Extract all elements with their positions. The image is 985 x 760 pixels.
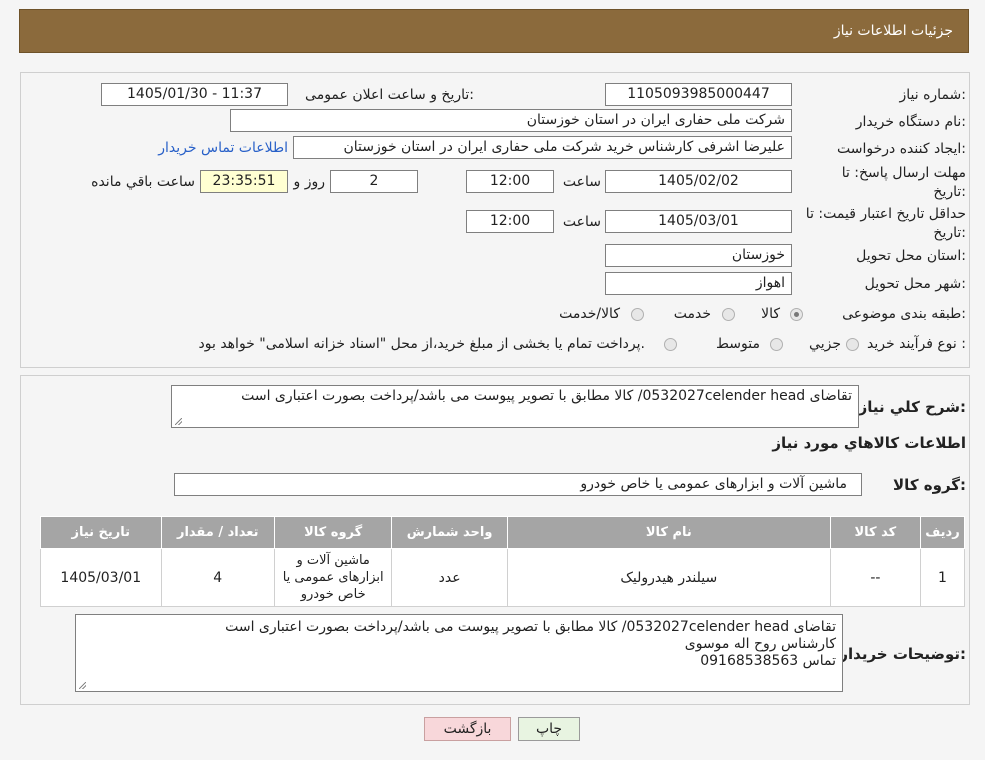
announce-date-label: تاریخ و ساعت اعلان عمومی:	[305, 87, 474, 103]
goods-section-title: اطلاعات کالاهاي مورد نیاز	[772, 434, 966, 452]
buyer-notes-line-2: کارشناس روح اله موسوی	[684, 636, 836, 652]
category-goods-label: کالا	[761, 306, 780, 322]
price-validity-label: حداقل تاریخ اعتبار قیمت: تا	[805, 206, 966, 222]
province-label: استان محل تحویل:	[856, 248, 966, 264]
resize-grip-icon[interactable]	[79, 682, 86, 689]
creator-field: علیرضا اشرفی کارشناس خرید شرکت ملی حفاری…	[293, 136, 792, 159]
cell-qty: 4	[160, 548, 275, 607]
process-type-label: نوع فرآیند خرید :	[867, 336, 966, 352]
reply-date-field: 1405/02/02	[605, 170, 792, 193]
cell-name: سیلندر هیدرولیک	[506, 548, 831, 607]
cell-date: 1405/03/01	[40, 548, 162, 607]
days-label: روز و	[293, 174, 326, 190]
cell-group: ماشین آلات و ابزارهای عمومی یا خاص خودرو	[273, 548, 393, 607]
creator-label: ایجاد کننده درخواست:	[837, 141, 966, 157]
time-remaining-label: ساعت باقي مانده	[91, 174, 195, 190]
summary-text: تقاضای 0532027celender head/ کالا مطابق …	[241, 388, 852, 404]
buyer-notes-label: توضیحات خریدار:	[839, 645, 966, 663]
buyer-notes-line-3: تماس 09168538563	[700, 653, 836, 669]
col-qty-header: تعداد / مقدار	[160, 516, 275, 549]
buyer-org-label: نام دستگاه خریدار:	[855, 114, 966, 130]
table-row: 1 -- سیلندر هیدرولیک عدد ماشین آلات و اب…	[40, 548, 966, 607]
reply-deadline-label: مهلت ارسال پاسخ: تا	[841, 165, 966, 181]
col-code-header: کد کالا	[829, 516, 921, 549]
print-button[interactable]: چاپ	[518, 717, 580, 741]
announce-date-field: 1405/01/30 - 11:37	[101, 83, 288, 106]
col-name-header: نام کالا	[506, 516, 831, 549]
goods-group-field: ماشین آلات و ابزارهای عمومی یا خاص خودرو	[174, 473, 862, 496]
goods-group-label: گروه کالا:	[893, 476, 966, 494]
category-goods-service-radio[interactable]	[631, 308, 644, 321]
back-button[interactable]: بازگشت	[424, 717, 511, 741]
process-medium-label: متوسط	[716, 336, 760, 352]
need-number-field: 1105093985000447	[605, 83, 792, 106]
buyer-org-field: شرکت ملی حفاری ایران در استان خوزستان	[230, 109, 792, 132]
cell-code: --	[829, 548, 921, 607]
col-date-header: تاریخ نیاز	[40, 516, 162, 549]
col-index-header: ردیف	[919, 516, 966, 549]
process-medium-radio[interactable]	[770, 338, 783, 351]
cell-index: 1	[919, 548, 966, 607]
resize-grip-icon[interactable]	[175, 418, 182, 425]
process-treasury-note: پرداخت تمام یا بخشی از مبلغ خرید،از محل …	[198, 336, 645, 352]
cell-unit: عدد	[391, 548, 508, 607]
validity-time-label: ساعت	[562, 214, 601, 230]
price-validity-label-2: تاریخ:	[933, 225, 966, 241]
category-service-radio[interactable]	[722, 308, 735, 321]
category-goods-service-label: کالا/خدمت	[559, 306, 620, 322]
category-goods-radio[interactable]	[790, 308, 803, 321]
days-remaining-field: 2	[330, 170, 418, 193]
category-label: طبقه بندی موضوعی:	[842, 306, 966, 322]
reply-time-field: 12:00	[466, 170, 554, 193]
process-minor-radio[interactable]	[846, 338, 859, 351]
category-service-label: خدمت	[673, 306, 711, 322]
process-treasury-radio[interactable]	[664, 338, 677, 351]
reply-time-label: ساعت	[562, 174, 601, 190]
validity-date-field: 1405/03/01	[605, 210, 792, 233]
province-field: خوزستان	[605, 244, 792, 267]
buyer-contact-link[interactable]: اطلاعات تماس خریدار	[158, 140, 288, 156]
city-label: شهر محل تحویل:	[864, 276, 966, 292]
process-minor-label: جزیي	[809, 336, 841, 352]
page-header: جزئیات اطلاعات نیاز	[19, 9, 969, 53]
buyer-notes-textarea[interactable]: تقاضای 0532027celender head/ کالا مطابق …	[75, 614, 843, 692]
col-unit-header: واحد شمارش	[391, 516, 508, 549]
table-header-row: ردیف کد کالا نام کالا واحد شمارش گروه کا…	[40, 516, 966, 549]
goods-table: ردیف کد کالا نام کالا واحد شمارش گروه کا…	[40, 516, 966, 607]
city-field: اهواز	[605, 272, 792, 295]
summary-textarea[interactable]: تقاضای 0532027celender head/ کالا مطابق …	[171, 385, 859, 428]
col-group-header: گروه کالا	[273, 516, 393, 549]
time-remaining-field: 23:35:51	[200, 170, 288, 193]
page-title: جزئیات اطلاعات نیاز	[833, 23, 953, 39]
summary-label: شرح کلي نیاز:	[858, 398, 966, 416]
reply-deadline-label-2: تاریخ:	[933, 184, 966, 200]
validity-time-field: 12:00	[466, 210, 554, 233]
buyer-notes-line-1: تقاضای 0532027celender head/ کالا مطابق …	[225, 619, 836, 635]
need-number-label: شماره نیاز:	[899, 87, 966, 103]
